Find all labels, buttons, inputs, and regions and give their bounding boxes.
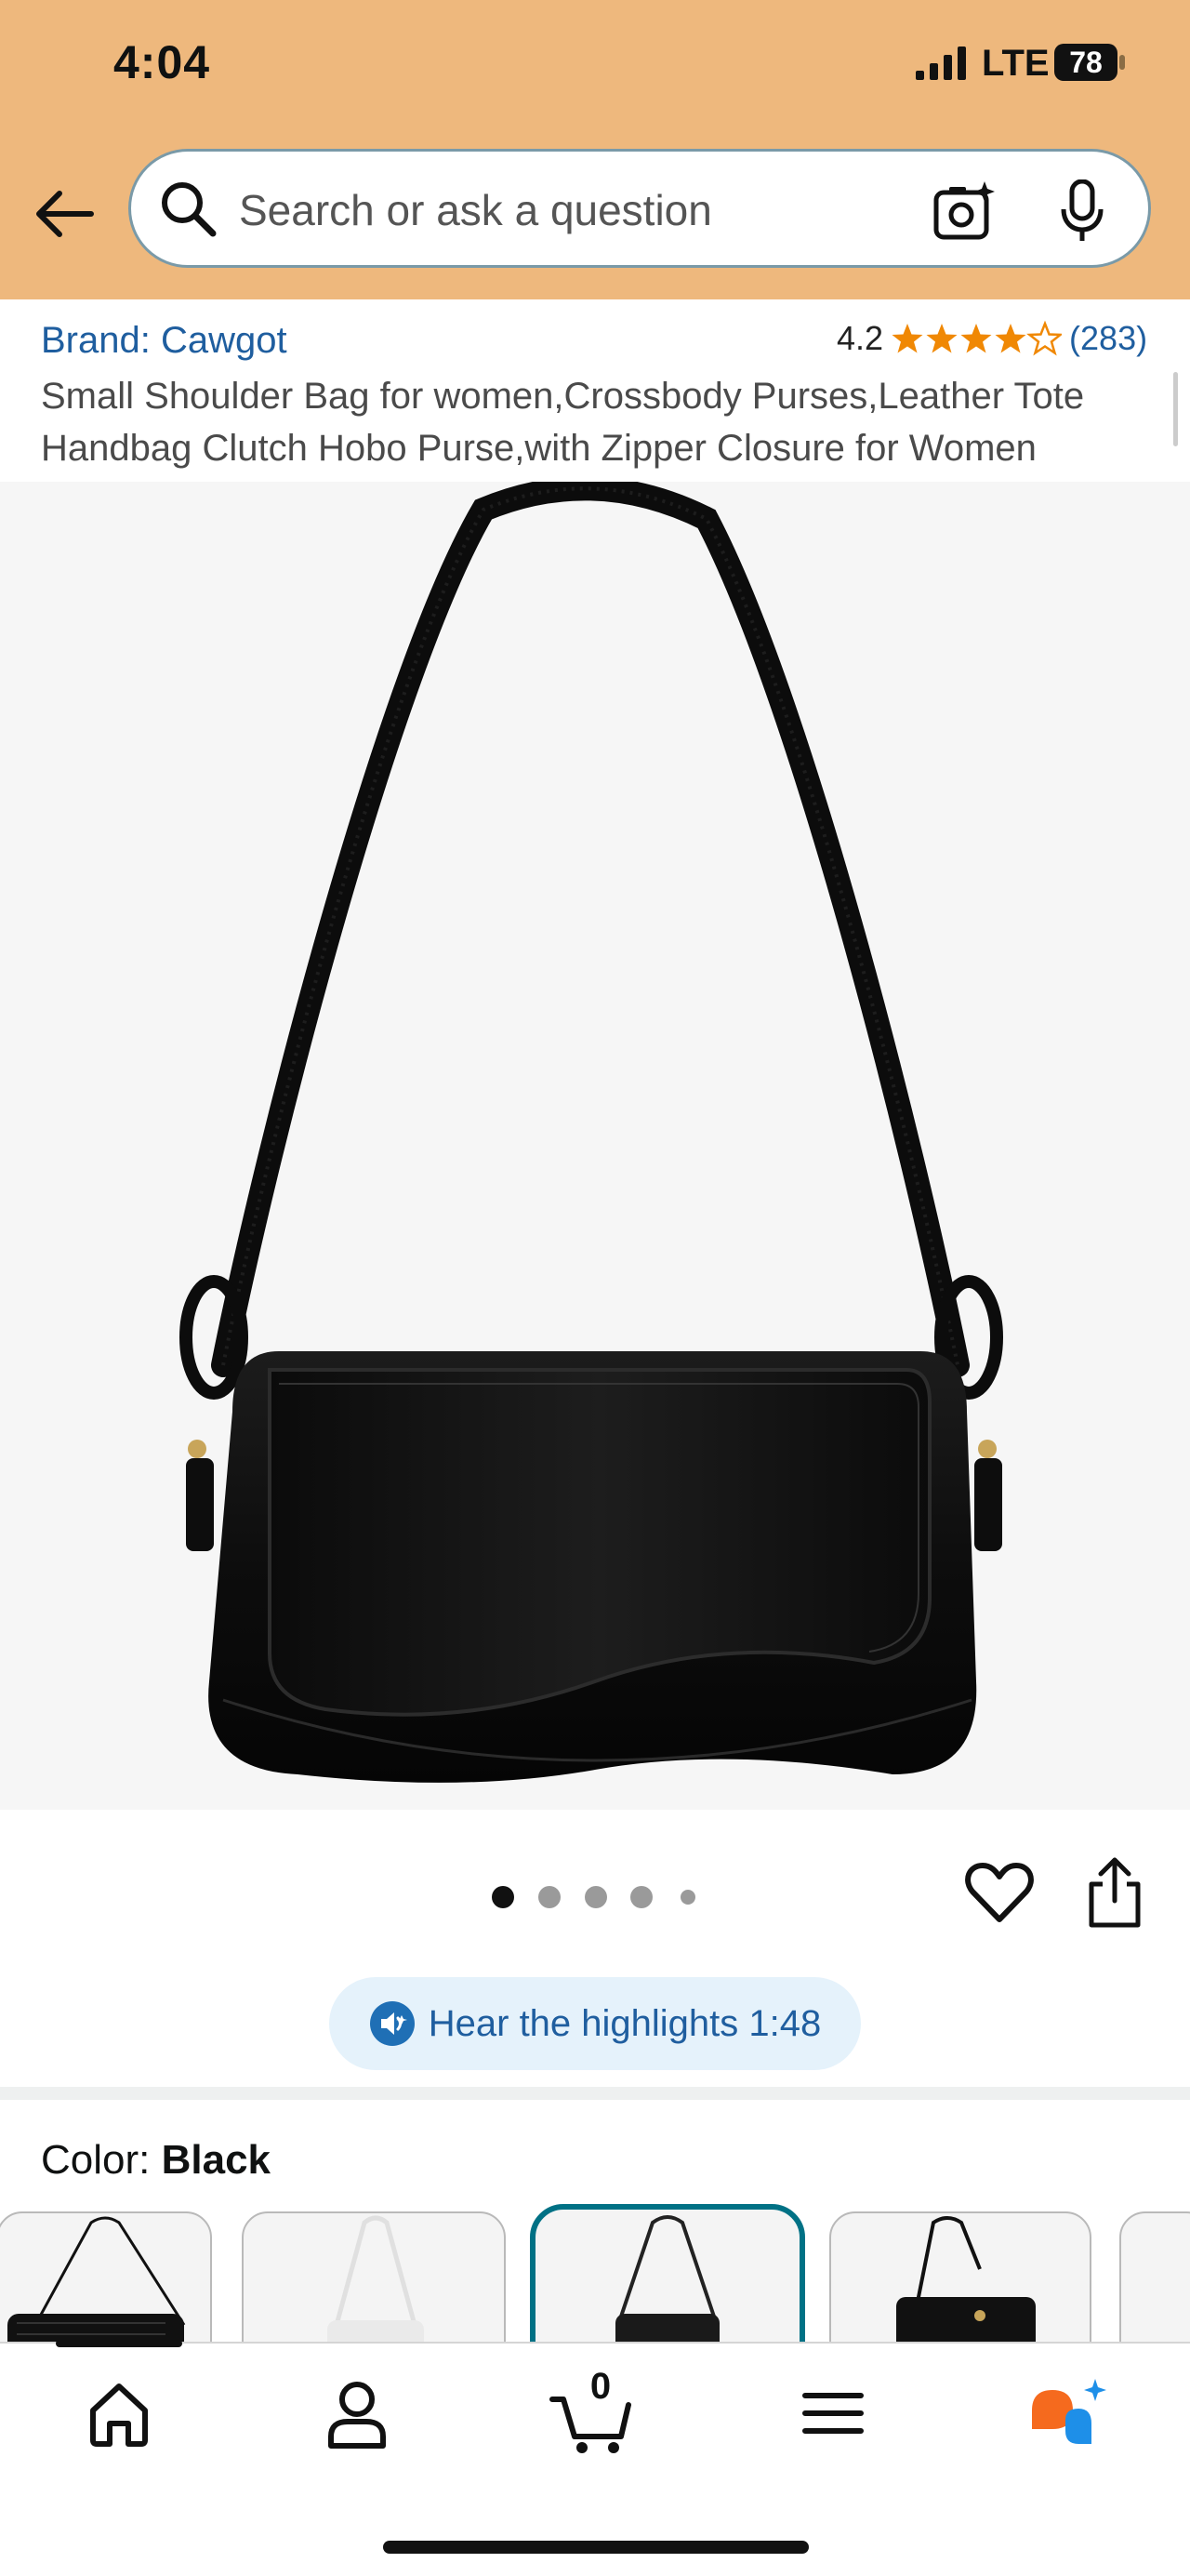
swatch-image: [896, 2216, 1036, 2349]
title-scrollbar: [1173, 372, 1178, 446]
back-arrow-icon[interactable]: [28, 177, 102, 251]
search-bar[interactable]: Search or ask a question: [128, 149, 1151, 268]
swatch-image: [327, 2215, 424, 2349]
carousel-dot: [630, 1886, 653, 1908]
hear-highlights-button[interactable]: Hear the highlights 1:48: [329, 1977, 861, 2070]
star-rating-icon: [892, 322, 1062, 354]
product-image[interactable]: [0, 476, 1190, 1810]
product-title: Small Shoulder Bag for women,Crossbody P…: [41, 376, 1085, 469]
network-type: LTE: [982, 43, 1050, 84]
share-icon[interactable]: [1086, 1856, 1144, 1929]
color-label: Color:: [41, 2137, 162, 2183]
cart-button[interactable]: 0: [547, 2366, 640, 2455]
signal-icon: [916, 46, 966, 80]
carousel-dot: [538, 1886, 561, 1908]
account-icon[interactable]: [311, 2371, 403, 2455]
audio-play-icon: [369, 2001, 415, 2046]
color-value: Black: [161, 2137, 271, 2183]
heart-icon[interactable]: [965, 1860, 1034, 1925]
carousel-dot: [681, 1890, 695, 1905]
microphone-icon[interactable]: [1059, 179, 1105, 245]
search-icon: [162, 182, 217, 237]
carousel-dot: [585, 1886, 607, 1908]
color-swatch-black-selected[interactable]: [530, 2204, 805, 2353]
color-swatch-black-flap[interactable]: [829, 2211, 1091, 2351]
hear-highlights-label: Hear the highlights 1:48: [428, 2002, 822, 2044]
review-count-link[interactable]: (283): [1069, 319, 1147, 358]
color-swatch-white[interactable]: [242, 2211, 506, 2351]
brand-link[interactable]: Brand: Cawgot: [41, 320, 287, 362]
rating-value: 4.2: [837, 319, 884, 357]
swatch-image: [615, 2215, 720, 2347]
rufus-assistant-icon[interactable]: [1025, 2371, 1117, 2455]
section-divider: [0, 2087, 1190, 2100]
color-swatch-partial[interactable]: [1119, 2211, 1190, 2351]
cart-count: 0: [589, 2366, 612, 2407]
swatch-image: [7, 2216, 186, 2349]
menu-icon[interactable]: [787, 2371, 879, 2455]
home-indicator: [383, 2541, 809, 2554]
home-icon[interactable]: [73, 2371, 165, 2455]
battery-level: 78: [1069, 46, 1103, 79]
camera-search-icon[interactable]: [932, 179, 998, 245]
status-time: 4:04: [113, 36, 211, 88]
battery-icon: 78: [1053, 43, 1126, 82]
carousel-dot: [492, 1886, 514, 1908]
color-swatch-black-croc[interactable]: [0, 2211, 212, 2351]
active-tab-indicator: [56, 2340, 182, 2347]
rating-summary[interactable]: 4.2 (283): [837, 318, 1147, 359]
color-selection-label: Color: Black: [41, 2137, 271, 2184]
search-input[interactable]: Search or ask a question: [239, 185, 712, 235]
shoulder-bag-image: [179, 476, 1003, 1783]
